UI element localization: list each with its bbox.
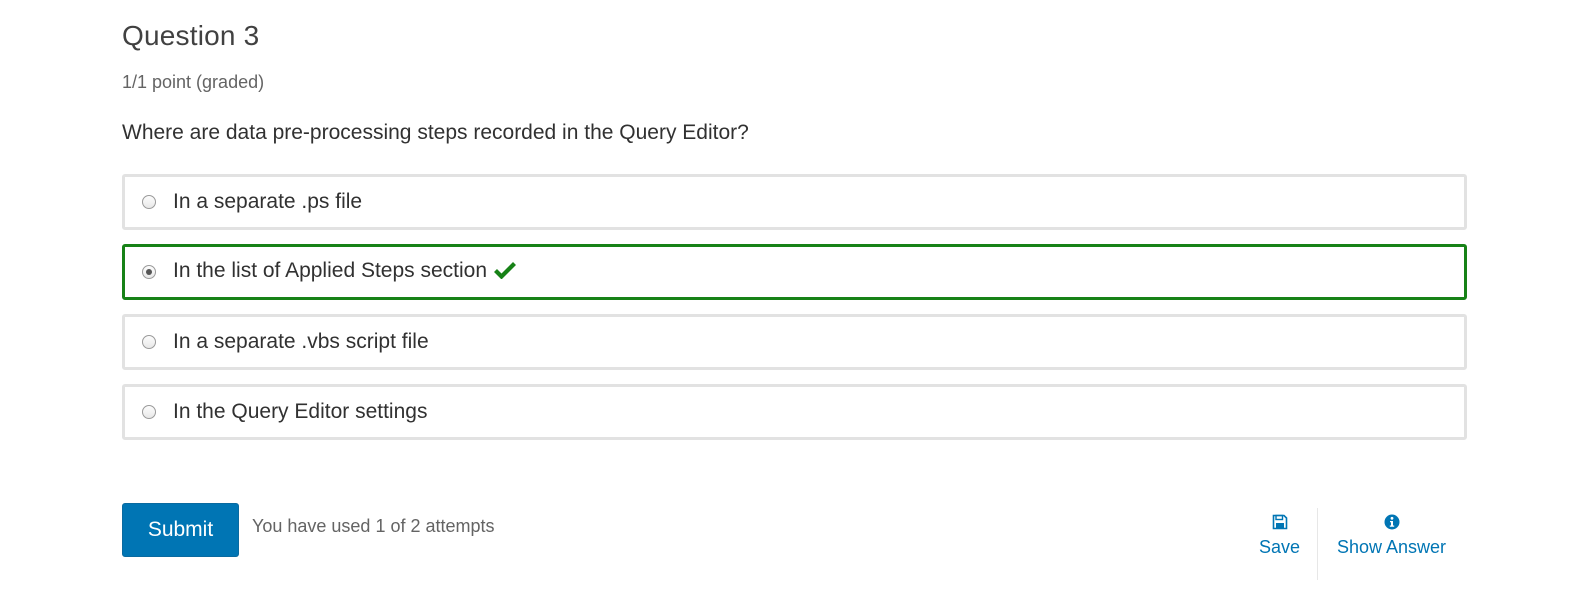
question-title: Question 3 xyxy=(122,20,260,51)
choice-option-4[interactable]: In the Query Editor settings xyxy=(122,384,1467,440)
floppy-disk-icon xyxy=(1272,512,1288,532)
choice-option-3[interactable]: In a separate .vbs script file xyxy=(122,314,1467,370)
radio-button-selected[interactable] xyxy=(142,265,156,279)
action-divider xyxy=(1317,508,1318,580)
points-status: 1/1 point (graded) xyxy=(122,72,265,92)
save-button[interactable]: Save xyxy=(1259,512,1300,558)
show-answer-label: Show Answer xyxy=(1337,537,1447,557)
choice-label: In a separate .vbs script file xyxy=(173,330,429,353)
question-prompt: Where are data pre-processing steps reco… xyxy=(122,121,749,144)
choice-label: In the list of Applied Steps section xyxy=(173,259,517,285)
choice-option-1[interactable]: In a separate .ps file xyxy=(122,174,1467,230)
radio-button[interactable] xyxy=(142,405,156,419)
show-answer-button[interactable]: Show Answer xyxy=(1337,512,1446,558)
choice-label: In a separate .ps file xyxy=(173,190,363,213)
choice-option-2[interactable]: In the list of Applied Steps section xyxy=(122,244,1467,300)
radio-button[interactable] xyxy=(142,195,156,209)
checkmark-icon xyxy=(494,261,517,285)
problem-container: Question 3 1/1 point (graded) Where are … xyxy=(0,0,1575,598)
radio-button[interactable] xyxy=(142,335,156,349)
submit-button[interactable]: Submit xyxy=(122,503,239,557)
choice-list: In a separate .ps file In the list of Ap… xyxy=(122,174,1467,454)
choice-label: In the Query Editor settings xyxy=(173,400,428,423)
attempts-status: You have used 1 of 2 attempts xyxy=(252,516,495,536)
save-label: Save xyxy=(1259,537,1301,557)
info-circle-icon xyxy=(1384,512,1400,532)
